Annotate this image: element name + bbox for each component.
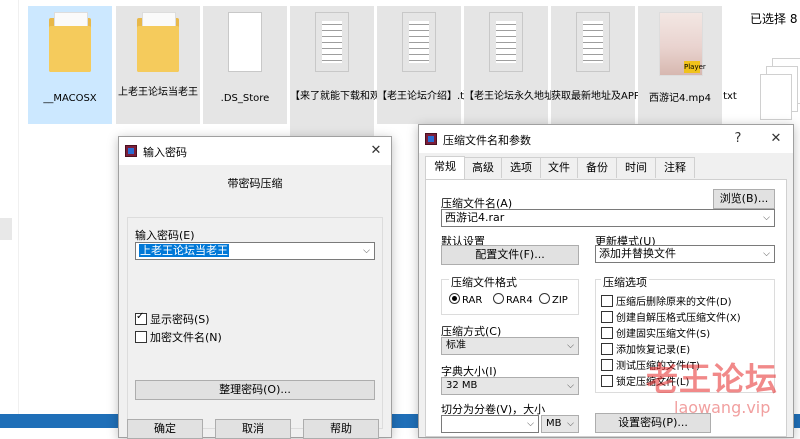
file-item[interactable]: Player 西游记4.mp4 — [638, 6, 722, 124]
file-name: 【老王论坛介绍】.txt — [377, 91, 474, 102]
chevron-down-icon[interactable]: ⌵ — [527, 416, 534, 432]
text-file-icon — [311, 12, 353, 74]
update-mode-select[interactable]: 添加并替换文件 ⌵ — [595, 245, 775, 263]
watermark-url: laowang.vip — [674, 398, 771, 417]
option-solid-checkbox[interactable]: 创建固实压缩文件(S) — [601, 325, 710, 340]
password-input[interactable]: 上老王论坛当老王 ⌵ — [135, 242, 375, 260]
password-label: 输入密码(E) — [135, 229, 195, 242]
play-badge-icon: Player — [684, 61, 706, 73]
tab-backup[interactable]: 备份 — [577, 157, 617, 178]
checkbox-icon — [601, 359, 613, 371]
checkbox-icon — [601, 327, 613, 339]
archive-format-label: 压缩文件格式 — [449, 274, 519, 290]
option-delete-after-checkbox[interactable]: 压缩后删除原来的文件(D) — [601, 293, 732, 308]
file-item[interactable]: 【来了就能下载和观看的论坛,纯免费！】.txt — [290, 6, 490, 138]
document-icon — [224, 12, 266, 74]
archive-name-input[interactable]: 西游记4.rar ⌵ — [441, 209, 775, 227]
dialog-title: 压缩文件名和参数 — [443, 134, 531, 147]
help-question-icon[interactable]: ? — [727, 129, 749, 149]
show-password-checkbox[interactable]: 显示密码(S) — [135, 311, 210, 327]
cancel-button[interactable]: 取消 — [215, 419, 291, 439]
file-name: 上老王论坛当老王 — [118, 87, 198, 98]
compression-method-select[interactable]: 标准 ⌵ — [441, 337, 579, 355]
text-file-icon — [572, 12, 614, 74]
close-icon[interactable]: ✕ — [365, 141, 387, 161]
tab-general[interactable]: 常规 — [425, 156, 465, 179]
tab-time[interactable]: 时间 — [616, 157, 656, 178]
password-dialog: 输入密码 ✕ 带密码压缩 输入密码(E) 上老王论坛当老王 ⌵ 显示密码(S) … — [118, 136, 392, 439]
tab-comment[interactable]: 注释 — [655, 157, 695, 178]
tab-advanced[interactable]: 高级 — [464, 157, 502, 178]
radio-icon — [539, 293, 550, 304]
profiles-button[interactable]: 配置文件(F)... — [441, 245, 579, 265]
format-rar4-radio[interactable]: RAR4 — [493, 293, 533, 306]
navigation-pane[interactable] — [0, 0, 19, 428]
radio-selected-icon — [449, 293, 460, 304]
browse-button[interactable]: 浏览(B)... — [713, 189, 775, 209]
folder-icon — [49, 12, 91, 74]
file-item[interactable]: 【老王论坛永久地址发布页】.txt — [464, 6, 611, 124]
dialog-title: 输入密码 — [143, 146, 187, 159]
video-thumbnail: Player — [659, 12, 706, 76]
split-unit-select[interactable]: MB ⌵ — [541, 415, 579, 433]
watermark-text: 老王论坛 — [646, 360, 779, 398]
password-value: 上老王论坛当老王 — [139, 244, 229, 257]
organize-passwords-button[interactable]: 整理密码(O)... — [135, 380, 375, 400]
chevron-down-icon[interactable]: ⌵ — [567, 416, 574, 432]
checkbox-icon — [601, 375, 613, 387]
chevron-down-icon[interactable]: ⌵ — [763, 246, 770, 262]
tab-options[interactable]: 选项 — [501, 157, 541, 178]
file-name: 获取最新地址及APP请发邮箱自动获取.txt — [551, 90, 737, 104]
winrar-icon — [125, 145, 137, 157]
dialog-titlebar: 输入密码 ✕ — [119, 137, 391, 165]
dialog-titlebar: 压缩文件名和参数 ? ✕ — [419, 125, 793, 153]
file-name: __MACOSX — [43, 93, 97, 104]
tab-bar: 常规 高级 选项 文件 备份 时间 注释 — [425, 156, 787, 179]
close-icon[interactable]: ✕ — [765, 129, 787, 149]
format-zip-radio[interactable]: ZIP — [539, 293, 568, 306]
text-file-icon — [398, 12, 440, 74]
help-button[interactable]: 帮助 — [303, 419, 379, 439]
checkbox-icon — [135, 331, 147, 343]
checkbox-icon — [601, 295, 613, 307]
file-item[interactable]: 获取最新地址及APP请发邮箱自动获取.txt — [551, 6, 737, 138]
file-item[interactable]: 【老王论坛介绍】.txt — [377, 6, 474, 124]
format-rar-radio[interactable]: RAR — [449, 293, 482, 306]
text-file-icon — [485, 12, 527, 74]
encrypt-filenames-checkbox[interactable]: 加密文件名(N) — [135, 329, 222, 345]
chevron-down-icon[interactable]: ⌵ — [567, 338, 574, 354]
split-size-input[interactable]: ⌵ — [441, 415, 539, 433]
radio-icon — [493, 293, 504, 304]
checkbox-checked-icon — [135, 311, 147, 325]
file-name: 【老王论坛永久地址发布页】.txt — [464, 91, 611, 102]
winrar-icon — [425, 133, 437, 145]
checkbox-icon — [601, 311, 613, 323]
chevron-down-icon[interactable]: ⌵ — [763, 210, 770, 226]
tab-files[interactable]: 文件 — [540, 157, 578, 178]
file-item[interactable]: __MACOSX — [28, 6, 112, 124]
selection-count: 已选择 8 — [750, 12, 798, 26]
ok-button[interactable]: 确定 — [127, 419, 203, 439]
file-item[interactable]: .DS_Store — [203, 6, 287, 124]
dictionary-size-select[interactable]: 32 MB ⌵ — [441, 377, 579, 395]
option-sfx-checkbox[interactable]: 创建自解压格式压缩文件(X) — [601, 309, 741, 324]
chevron-down-icon[interactable]: ⌵ — [567, 378, 574, 394]
dialog-heading: 带密码压缩 — [227, 177, 283, 190]
file-name: 【来了就能下载和观看的论坛,纯免费！】.txt — [290, 90, 490, 104]
file-item[interactable]: 上老王论坛当老王 — [116, 6, 200, 124]
nav-scroll-marker — [0, 218, 12, 240]
file-name: 西游记4.mp4 — [649, 93, 711, 104]
checkbox-icon — [601, 343, 613, 355]
file-name: .DS_Store — [220, 93, 270, 104]
chevron-down-icon[interactable]: ⌵ — [363, 243, 370, 259]
archive-options-label: 压缩选项 — [601, 274, 649, 290]
folder-icon — [137, 12, 179, 74]
